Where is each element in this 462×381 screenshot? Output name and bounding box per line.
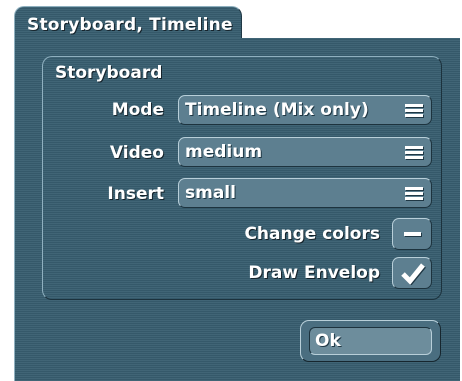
mode-value: Timeline (Mix only)	[185, 100, 369, 120]
draw-envelop-toggle[interactable]	[392, 257, 432, 289]
menu-icon	[405, 187, 423, 200]
video-value: medium	[185, 142, 263, 162]
checkmark-icon	[401, 263, 426, 285]
draw-envelop-label: Draw Envelop	[248, 263, 380, 283]
insert-label: Insert	[107, 184, 164, 204]
ok-label: Ok	[315, 331, 341, 351]
dash-icon	[404, 232, 421, 236]
ok-button-face: Ok	[309, 327, 432, 355]
video-label: Video	[109, 143, 164, 163]
insert-value: small	[185, 183, 236, 203]
mode-dropdown[interactable]: Timeline (Mix only)	[178, 95, 432, 125]
insert-dropdown[interactable]: small	[178, 178, 432, 208]
change-colors-label: Change colors	[244, 224, 380, 244]
menu-icon	[405, 146, 423, 159]
change-colors-toggle[interactable]	[392, 218, 432, 250]
menu-icon	[405, 104, 423, 117]
dialog-title: Storyboard, Timeline	[27, 15, 233, 35]
video-dropdown[interactable]: medium	[178, 137, 432, 167]
ok-button[interactable]: Ok	[300, 320, 441, 362]
mode-label: Mode	[111, 100, 164, 120]
storyboard-group-title: Storyboard	[55, 63, 163, 83]
